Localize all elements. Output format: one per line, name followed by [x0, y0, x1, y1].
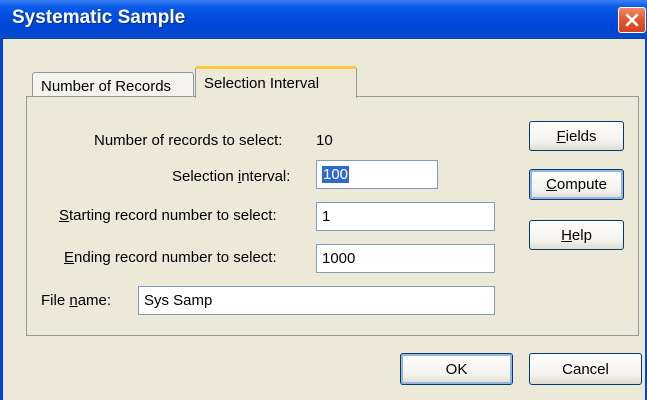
tab-number-of-records[interactable]: Number of Records: [32, 72, 194, 97]
label-text: File: [41, 292, 70, 309]
label-text: nterval:: [241, 168, 291, 185]
ok-button[interactable]: OK: [400, 353, 513, 385]
selected-text: 100: [322, 166, 350, 183]
label-text: ame:: [77, 292, 112, 309]
access-key: F: [556, 127, 566, 145]
button-label: elp: [571, 226, 592, 244]
button-label: ompute: [556, 176, 607, 193]
label-text: tarting record number to select:: [69, 207, 277, 224]
close-x-icon: [625, 13, 639, 27]
label-text: Selection: [172, 168, 238, 185]
access-key: S: [59, 207, 70, 224]
starting-record-label: Starting record number to select:: [59, 207, 277, 224]
records-to-select-value: 10: [316, 132, 333, 149]
help-button[interactable]: Help: [529, 220, 624, 250]
title-bar[interactable]: Systematic Sample: [0, 0, 647, 39]
compute-button[interactable]: Compute: [529, 169, 624, 200]
file-name-label: File name:: [41, 292, 111, 309]
fields-button[interactable]: Fields: [529, 121, 624, 151]
access-key: n: [69, 292, 78, 309]
access-key: C: [546, 176, 557, 193]
records-to-select-label: Number of records to select:: [94, 132, 283, 149]
window-title: Systematic Sample: [12, 7, 186, 28]
access-key: E: [64, 249, 75, 266]
label-text: nding record number to select:: [74, 249, 277, 266]
ending-record-label: Ending record number to select:: [64, 249, 277, 266]
ending-record-input[interactable]: 1000: [316, 244, 495, 273]
file-name-input[interactable]: Sys Samp: [138, 286, 495, 315]
access-key: H: [561, 226, 572, 244]
starting-record-input[interactable]: 1: [316, 202, 495, 231]
selection-interval-input[interactable]: 100: [316, 160, 438, 189]
cancel-button[interactable]: Cancel: [529, 353, 642, 385]
tab-selection-interval[interactable]: Selection Interval: [195, 66, 357, 98]
window-border-left: [0, 39, 3, 400]
button-label: ields: [565, 127, 597, 145]
close-button[interactable]: [618, 7, 646, 33]
selection-interval-label: Selection interval:: [172, 168, 290, 185]
